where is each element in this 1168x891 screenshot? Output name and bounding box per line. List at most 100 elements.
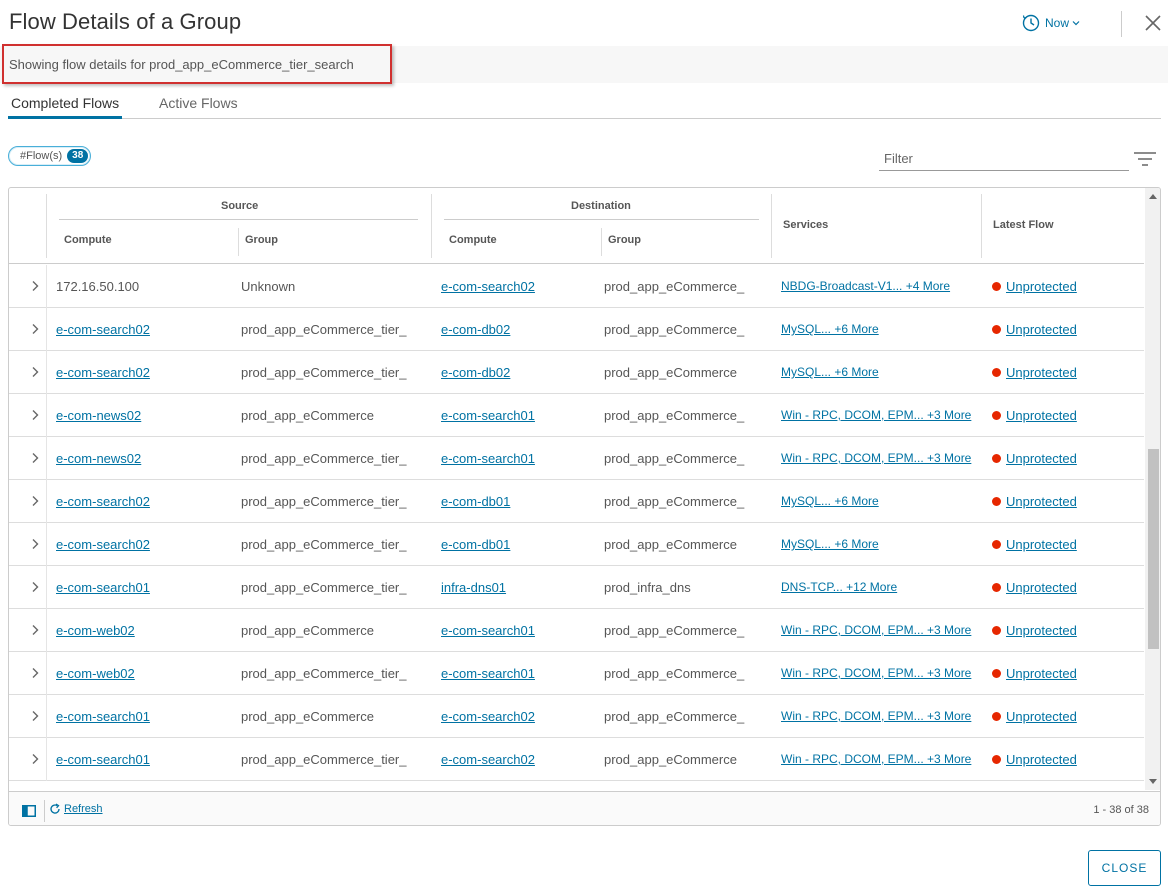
grid-header: Source Compute Group Destination Compute… <box>9 188 1144 264</box>
latest-flow-link[interactable]: Unprotected <box>1006 523 1077 566</box>
table-row: e-com-search01 prod_app_eCommerce_tier_ e-… <box>9 738 1144 781</box>
source-group-cell: prod_app_eCommerce_tier_ <box>241 365 407 380</box>
latest-flow-cell: Unprotected <box>992 566 1142 609</box>
latest-flow-link[interactable]: Unprotected <box>1006 695 1077 738</box>
destination-compute-link[interactable]: e-com-db01 <box>441 480 596 523</box>
source-group-cell: Unknown <box>241 279 296 294</box>
destination-compute-link[interactable]: e-com-search01 <box>441 437 596 480</box>
grid-scrollbar[interactable] <box>1145 188 1160 790</box>
refresh-icon <box>50 803 60 814</box>
chevron-right-icon[interactable] <box>28 752 42 766</box>
status-dot-icon <box>992 411 1001 420</box>
destination-compute-link[interactable]: e-com-search01 <box>441 609 596 652</box>
source-compute-cell[interactable]: e-com-search02 <box>56 308 231 351</box>
source-group-line <box>59 219 418 220</box>
flow-count-badge[interactable]: #Flow(s) 38 <box>8 146 92 166</box>
status-dot-icon <box>992 497 1001 506</box>
latest-flow-link[interactable]: Unprotected <box>1006 652 1077 695</box>
flow-count-label: #Flow(s) <box>20 150 63 162</box>
refresh-button[interactable]: Refresh <box>49 803 103 815</box>
chevron-right-icon[interactable] <box>28 322 42 336</box>
services-link[interactable]: Win - RPC, DCOM, EPM... +3 More <box>781 738 976 781</box>
services-link[interactable]: MySQL... +6 More <box>781 308 976 351</box>
services-link[interactable]: MySQL... +6 More <box>781 351 976 394</box>
destination-compute-link[interactable]: e-com-db02 <box>441 308 596 351</box>
destination-compute-link[interactable]: infra-dns01 <box>441 566 596 609</box>
latest-flow-link[interactable]: Unprotected <box>1006 480 1077 523</box>
latest-flow-link[interactable]: Unprotected <box>1006 308 1077 351</box>
latest-flow-link[interactable]: Unprotected <box>1006 351 1077 394</box>
chevron-right-icon[interactable] <box>28 408 42 422</box>
row-separator <box>46 394 47 437</box>
destination-compute-link[interactable]: e-com-search01 <box>441 394 596 437</box>
destination-compute-link[interactable]: e-com-db02 <box>441 351 596 394</box>
column-toggle-icon[interactable] <box>22 805 36 817</box>
status-dot-icon <box>992 454 1001 463</box>
flow-count-value: 38 <box>67 149 89 163</box>
services-link[interactable]: MySQL... +6 More <box>781 480 976 523</box>
source-compute-cell[interactable]: e-com-web02 <box>56 652 231 695</box>
status-dot-icon <box>992 325 1001 334</box>
chevron-right-icon[interactable] <box>28 623 42 637</box>
scroll-thumb[interactable] <box>1148 449 1159 649</box>
row-separator <box>46 566 47 609</box>
chevron-right-icon[interactable] <box>28 279 42 293</box>
header-destination-compute[interactable]: Compute <box>449 234 497 246</box>
chevron-right-icon[interactable] <box>28 451 42 465</box>
scroll-down-arrow-icon[interactable] <box>1149 779 1157 784</box>
latest-flow-link[interactable]: Unprotected <box>1006 394 1077 437</box>
latest-flow-link[interactable]: Unprotected <box>1006 738 1077 781</box>
services-link[interactable]: MySQL... +6 More <box>781 523 976 566</box>
time-picker-button[interactable]: Now <box>1022 13 1085 33</box>
source-compute-cell[interactable]: e-com-search01 <box>56 738 231 781</box>
latest-flow-link[interactable]: Unprotected <box>1006 437 1077 480</box>
source-compute-cell[interactable]: e-com-search02 <box>56 351 231 394</box>
services-link[interactable]: Win - RPC, DCOM, EPM... +3 More <box>781 695 976 738</box>
header-source-compute[interactable]: Compute <box>64 234 112 246</box>
header-divider <box>1121 11 1122 37</box>
services-link[interactable]: NBDG-Broadcast-V1... +4 More <box>781 265 976 308</box>
destination-compute-link[interactable]: e-com-search01 <box>441 652 596 695</box>
destination-compute-link[interactable]: e-com-search02 <box>441 738 596 781</box>
services-link[interactable]: Win - RPC, DCOM, EPM... +3 More <box>781 609 976 652</box>
source-compute-cell[interactable]: e-com-news02 <box>56 437 231 480</box>
services-link[interactable]: DNS-TCP... +12 More <box>781 566 976 609</box>
services-link[interactable]: Win - RPC, DCOM, EPM... +3 More <box>781 437 976 480</box>
chevron-right-icon[interactable] <box>28 365 42 379</box>
latest-flow-cell: Unprotected <box>992 523 1142 566</box>
chevron-right-icon[interactable] <box>28 709 42 723</box>
header-source-group[interactable]: Group <box>245 234 278 246</box>
source-compute-cell[interactable]: e-com-search02 <box>56 523 231 566</box>
services-link[interactable]: Win - RPC, DCOM, EPM... +3 More <box>781 652 976 695</box>
source-compute-cell[interactable]: e-com-news02 <box>56 394 231 437</box>
scroll-up-arrow-icon[interactable] <box>1149 194 1157 199</box>
latest-flow-link[interactable]: Unprotected <box>1006 609 1077 652</box>
source-compute-cell: 172.16.50.100 <box>56 279 140 294</box>
chevron-right-icon[interactable] <box>28 580 42 594</box>
row-separator <box>46 738 47 781</box>
chevron-right-icon[interactable] <box>28 494 42 508</box>
destination-compute-link[interactable]: e-com-search02 <box>441 695 596 738</box>
destination-group-cell: prod_app_eCommerce <box>604 752 737 767</box>
close-icon[interactable] <box>1142 12 1164 34</box>
source-compute-cell[interactable]: e-com-search01 <box>56 566 231 609</box>
header-destination-group[interactable]: Group <box>608 234 641 246</box>
tab-completed-flows[interactable]: Completed Flows <box>8 88 123 119</box>
source-compute-cell[interactable]: e-com-web02 <box>56 609 231 652</box>
close-button[interactable]: CLOSE <box>1088 850 1161 886</box>
destination-compute-link[interactable]: e-com-db01 <box>441 523 596 566</box>
source-compute-cell[interactable]: e-com-search01 <box>56 695 231 738</box>
source-compute-cell[interactable]: e-com-search02 <box>56 480 231 523</box>
chevron-right-icon[interactable] <box>28 666 42 680</box>
destination-group-cell: prod_app_eCommerce_ <box>604 623 745 638</box>
header-services[interactable]: Services <box>783 219 828 231</box>
services-link[interactable]: Win - RPC, DCOM, EPM... +3 More <box>781 394 976 437</box>
latest-flow-link[interactable]: Unprotected <box>1006 265 1077 308</box>
tab-active-flows[interactable]: Active Flows <box>159 88 238 119</box>
destination-compute-link[interactable]: e-com-search02 <box>441 265 596 308</box>
filter-icon[interactable] <box>1133 151 1157 167</box>
latest-flow-link[interactable]: Unprotected <box>1006 566 1077 609</box>
header-latest-flow[interactable]: Latest Flow <box>993 219 1054 231</box>
filter-input[interactable] <box>879 147 1129 171</box>
chevron-right-icon[interactable] <box>28 537 42 551</box>
